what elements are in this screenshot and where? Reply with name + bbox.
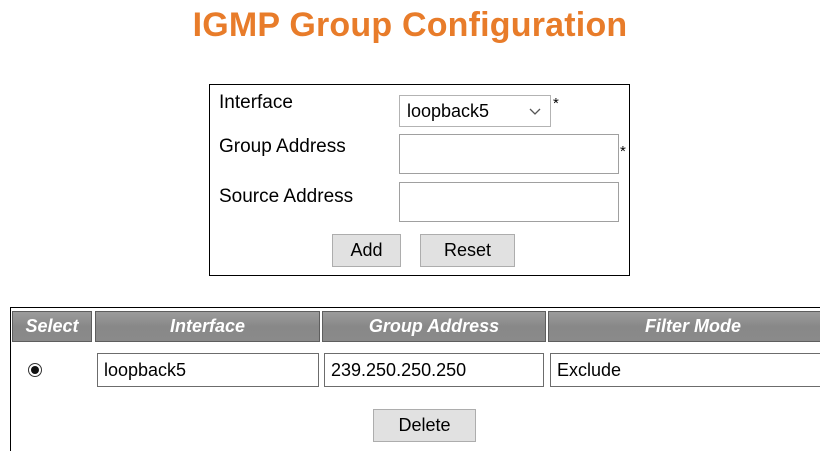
interface-label: Interface [219, 92, 293, 113]
delete-button[interactable]: Delete [373, 409, 476, 442]
column-header-select: Select [12, 311, 92, 342]
igmp-group-table: Select Interface Group Address Filter Mo… [10, 307, 820, 451]
add-button[interactable]: Add [332, 234, 401, 267]
row-select-radio[interactable] [28, 363, 42, 377]
interface-select-value: loopback5 [407, 101, 490, 121]
chevron-down-icon [528, 96, 542, 126]
column-header-group-address: Group Address [322, 311, 546, 342]
column-header-interface: Interface [95, 311, 320, 342]
row-group-address-cell: 239.250.250.250 [324, 353, 544, 387]
radio-selected-dot [31, 366, 39, 374]
igmp-group-form: Interface loopback5 * Group Address * So… [209, 84, 630, 276]
row-interface-cell: loopback5 [97, 353, 319, 387]
group-address-input[interactable] [399, 134, 619, 174]
group-address-required-marker: * [620, 143, 626, 160]
interface-required-marker: * [553, 95, 559, 112]
source-address-label: Source Address [219, 186, 354, 207]
source-address-input[interactable] [399, 182, 619, 222]
group-address-label: Group Address [219, 136, 346, 157]
page-title: IGMP Group Configuration [192, 6, 628, 44]
interface-select[interactable]: loopback5 [399, 95, 551, 127]
reset-button[interactable]: Reset [420, 234, 515, 267]
row-filter-mode-cell: Exclude [550, 353, 820, 387]
column-header-filter-mode: Filter Mode [548, 311, 820, 342]
